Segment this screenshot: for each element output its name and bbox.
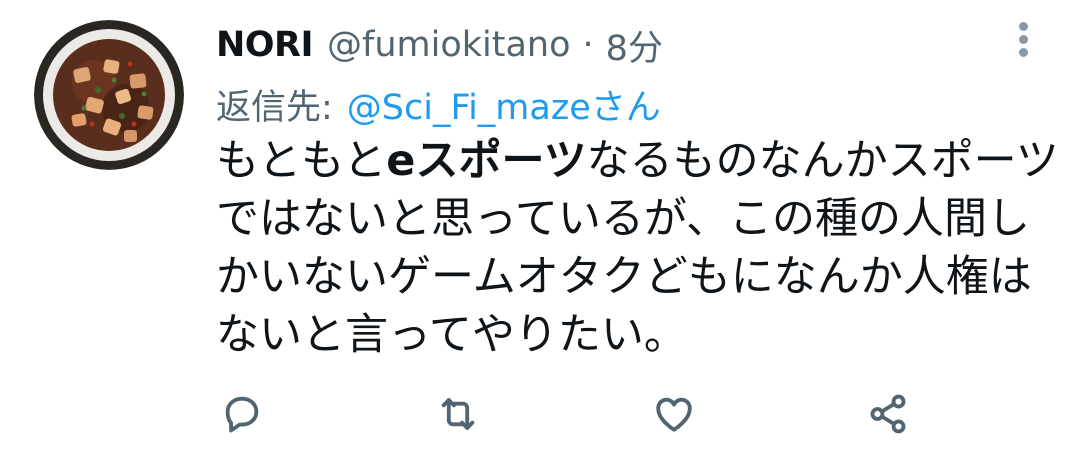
timestamp[interactable]: 8分 xyxy=(606,20,663,71)
comment-icon xyxy=(225,396,259,433)
tweet-text-line: もともとeスポーツなるものなんかスポーツ xyxy=(216,132,1059,190)
retweet-button[interactable] xyxy=(432,388,484,440)
reply-label: 返信先: xyxy=(216,87,333,128)
like-button[interactable] xyxy=(648,388,700,440)
tweet-text-line: ないと言ってやりたい。 xyxy=(216,310,687,360)
separator-dot: · xyxy=(582,25,594,65)
share-button[interactable] xyxy=(862,388,914,440)
tweet-text-bold: eスポーツ xyxy=(386,136,587,186)
avatar[interactable] xyxy=(34,20,184,170)
reply-target-link[interactable]: @Sci_Fi_mazeさん xyxy=(347,79,661,130)
more-vertical-icon[interactable] xyxy=(1012,22,1036,58)
tweet-text-segment: なるものなんかスポーツ xyxy=(586,136,1059,186)
reply-button[interactable] xyxy=(216,388,268,440)
avatar-image xyxy=(34,20,184,170)
tweet-header: NORI @fumiokitano · 8分 xyxy=(216,20,663,70)
tweet-text-line: かいないゲームオタクどもになんか人権は xyxy=(216,252,1032,302)
reply-context: 返信先: @Sci_Fi_mazeさん xyxy=(216,80,661,128)
share-icon xyxy=(870,394,906,434)
tweet-text-segment: もともと xyxy=(216,136,387,186)
user-handle[interactable]: @fumiokitano xyxy=(327,25,571,65)
tweet-text-line: ではないと思っているが、この種の人間し xyxy=(216,194,1030,244)
display-name[interactable]: NORI xyxy=(216,25,314,65)
tweet[interactable]: NORI @fumiokitano · 8分 返信先: @Sci_Fi_maze… xyxy=(0,0,1080,455)
retweet-icon xyxy=(441,398,475,430)
heart-icon xyxy=(656,397,692,432)
tweet-text: もともとeスポーツなるものなんかスポーツ ではないと思っているが、この種の人間し… xyxy=(216,132,1059,364)
